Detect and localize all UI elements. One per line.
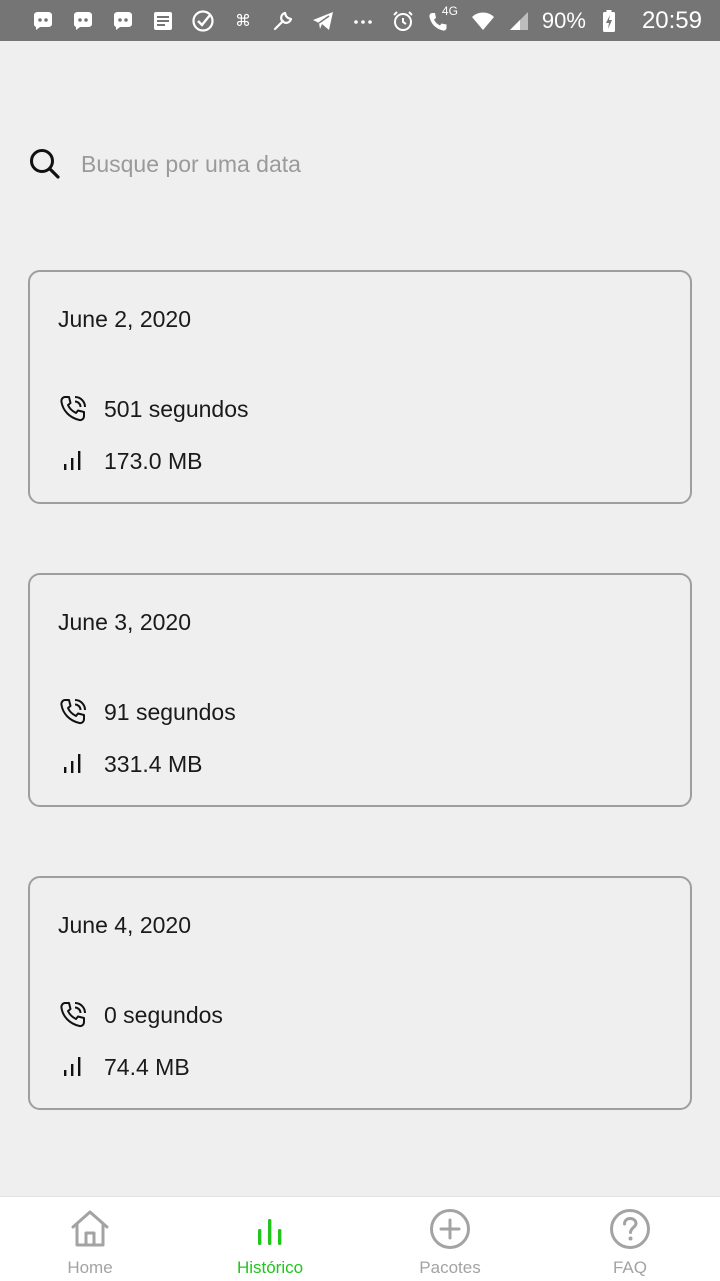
bottom-navigation: Home Histórico Pacotes FAQ [0, 1196, 720, 1281]
nav-faq-label: FAQ [612, 1258, 647, 1277]
calls-row: 91 segundos [58, 697, 236, 727]
signal-bars-icon [58, 1052, 88, 1082]
data-row: 74.4 MB [58, 1052, 190, 1082]
nav-pacotes[interactable]: Pacotes [360, 1197, 540, 1281]
battery-charging-icon [596, 8, 622, 34]
notification-icons: ⌘ [30, 8, 390, 34]
call-duration: 501 segundos [104, 395, 249, 422]
alarm-icon [390, 8, 416, 34]
signal-bars-icon [58, 749, 88, 779]
calls-row: 0 segundos [58, 1000, 223, 1030]
battery-percent: 90% [541, 7, 586, 33]
check-circle-icon [190, 8, 216, 34]
phone-call-icon [58, 394, 88, 424]
discord-icon [70, 8, 96, 34]
discord-icon [30, 8, 56, 34]
nav-faq[interactable]: FAQ [540, 1197, 720, 1281]
status-bar: ⌘ 4G 90% 20:59 [0, 0, 720, 41]
nav-historico-label: Histórico [236, 1258, 304, 1277]
data-usage: 331.4 MB [104, 750, 203, 777]
plus-circle-icon [428, 1207, 472, 1251]
data-usage: 74.4 MB [104, 1053, 190, 1080]
discord-icon [110, 8, 136, 34]
wrench-icon [270, 8, 296, 34]
search-icon[interactable] [28, 147, 62, 181]
news-icon [150, 8, 176, 34]
history-card[interactable]: June 3, 2020 91 segundos 331.4 MB [28, 573, 692, 807]
card-date: June 2, 2020 [58, 306, 192, 332]
calls-row: 501 segundos [58, 394, 249, 424]
more-dots-icon [350, 8, 376, 34]
search-input[interactable] [81, 150, 581, 178]
history-card[interactable]: June 2, 2020 501 segundos 173.0 MB [28, 270, 692, 504]
card-date: June 4, 2020 [58, 912, 192, 938]
call-duration: 0 segundos [104, 1001, 223, 1028]
svg-text:⌘: ⌘ [235, 11, 251, 30]
data-usage: 173.0 MB [104, 447, 203, 474]
search-bar [28, 142, 628, 186]
data-row: 173.0 MB [58, 446, 202, 476]
card-date: June 3, 2020 [58, 609, 192, 635]
nav-home[interactable]: Home [0, 1197, 180, 1281]
command-icon: ⌘ [230, 8, 256, 34]
nav-pacotes-label: Pacotes [419, 1258, 481, 1277]
system-status: 4G 90% 20:59 [390, 4, 702, 35]
signal-bars-icon [58, 446, 88, 476]
telegram-icon [310, 8, 336, 34]
nav-home-label: Home [67, 1258, 113, 1277]
home-icon [68, 1207, 112, 1251]
signal-icon [506, 8, 532, 34]
help-circle-icon [608, 1207, 652, 1251]
nav-historico[interactable]: Histórico [180, 1197, 360, 1281]
call-4g-icon: 4G [426, 4, 460, 34]
call-duration: 91 segundos [104, 698, 236, 725]
bar-chart-icon [248, 1207, 292, 1251]
data-row: 331.4 MB [58, 749, 202, 779]
wifi-icon [470, 8, 496, 34]
history-card[interactable]: June 4, 2020 0 segundos 74.4 MB [28, 876, 692, 1110]
network-type-label: 4G [441, 3, 458, 18]
clock: 20:59 [641, 6, 702, 34]
phone-call-icon [58, 1000, 88, 1030]
phone-call-icon [58, 697, 88, 727]
